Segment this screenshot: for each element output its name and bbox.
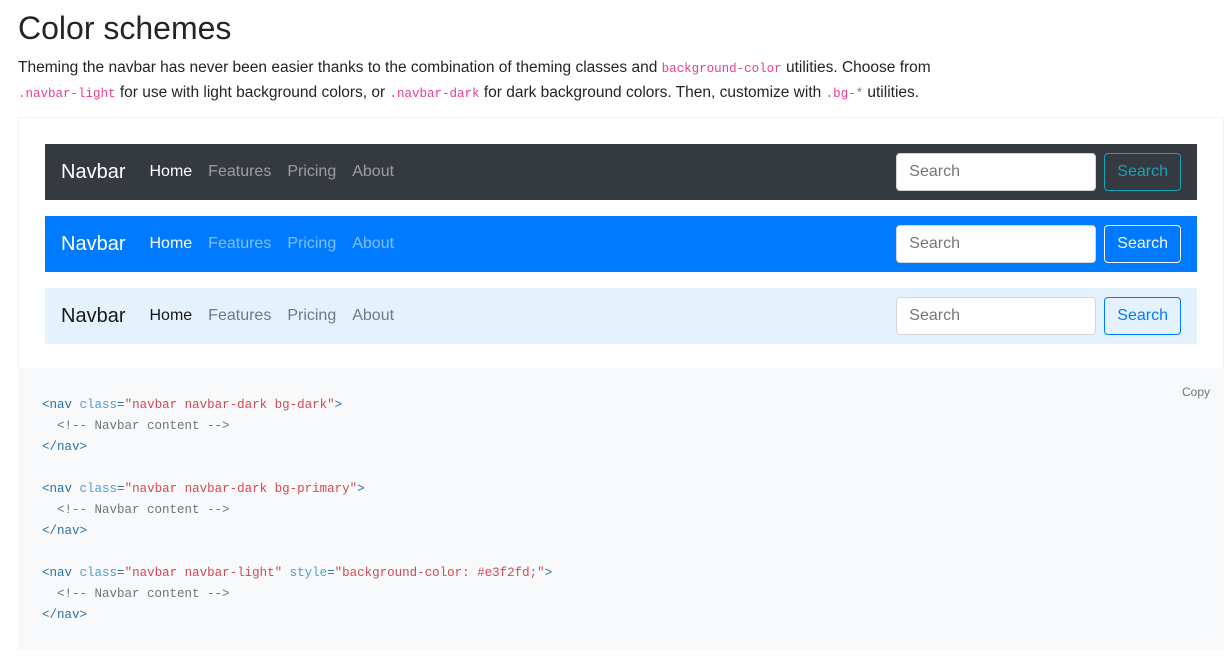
copy-button[interactable]: Copy	[1182, 385, 1210, 399]
nav-link-home[interactable]: Home	[149, 307, 192, 325]
code-token: >	[544, 566, 553, 580]
code-token: "navbar navbar-dark bg-primary"	[124, 482, 358, 496]
code-comment: <!-- Navbar content -->	[57, 419, 230, 433]
code-token: </nav>	[42, 608, 88, 622]
search-input[interactable]	[896, 225, 1097, 263]
navbar-brand[interactable]: Navbar	[61, 305, 125, 328]
description-text: utilities. Choose from	[781, 59, 931, 76]
search-input[interactable]	[896, 297, 1097, 335]
navbar-brand[interactable]: Navbar	[61, 233, 125, 256]
code-token: style	[289, 566, 328, 580]
nav-link-pricing[interactable]: Pricing	[287, 163, 336, 181]
nav-link-features[interactable]: Features	[208, 235, 271, 253]
code-token: <nav	[42, 482, 73, 496]
code-token: <nav	[42, 566, 73, 580]
code-token: >	[334, 398, 343, 412]
code-token: class	[79, 482, 118, 496]
code-token: class	[79, 398, 118, 412]
page-content: Color schemes Theming the navbar has nev…	[18, 0, 1224, 650]
code-comment: <!-- Navbar content -->	[57, 587, 230, 601]
code-token: <nav	[42, 398, 73, 412]
nav-link-about[interactable]: About	[352, 235, 394, 253]
code-block: <nav class="navbar navbar-dark bg-dark">…	[42, 395, 552, 626]
code-comment: <!-- Navbar content -->	[57, 503, 230, 517]
code-token: =	[117, 398, 125, 412]
code-token: </nav>	[42, 440, 88, 454]
navbar-primary: Navbar Home Features Pricing About Searc…	[45, 216, 1197, 272]
inline-code: background-color	[661, 62, 782, 76]
navbar-dark: Navbar Home Features Pricing About Searc…	[45, 144, 1197, 200]
navbar-brand[interactable]: Navbar	[61, 161, 125, 184]
inline-code: .navbar-light	[18, 87, 116, 101]
code-token: =	[117, 482, 125, 496]
navbar-light: Navbar Home Features Pricing About Searc…	[45, 288, 1197, 344]
code-token: "background-color: #e3f2fd;"	[334, 566, 545, 580]
search-button[interactable]: Search	[1104, 297, 1181, 335]
section-description: Theming the navbar has never been easier…	[18, 56, 978, 106]
description-text: Theming the navbar has never been easier…	[18, 59, 662, 76]
code-token: =	[117, 566, 125, 580]
nav-link-about[interactable]: About	[352, 307, 394, 325]
description-text: for use with light background colors, or	[115, 84, 390, 101]
example-preview: Navbar Home Features Pricing About Searc…	[18, 117, 1224, 367]
code-token: >	[357, 482, 365, 496]
nav-link-features[interactable]: Features	[208, 163, 271, 181]
search-button[interactable]: Search	[1104, 225, 1181, 263]
code-token: "navbar navbar-dark bg-dark"	[124, 398, 335, 412]
description-text: utilities.	[863, 84, 920, 101]
search-button[interactable]: Search	[1104, 153, 1181, 191]
nav-link-pricing[interactable]: Pricing	[287, 307, 336, 325]
code-token: "navbar navbar-light"	[124, 566, 283, 580]
code-token: class	[79, 566, 118, 580]
page-title: Color schemes	[18, 10, 232, 46]
description-text: for dark background colors. Then, custom…	[479, 84, 826, 101]
inline-code: .navbar-dark	[389, 87, 480, 101]
nav-link-about[interactable]: About	[352, 163, 394, 181]
code-token: =	[327, 566, 335, 580]
nav-link-home[interactable]: Home	[149, 235, 192, 253]
code-token: </nav>	[42, 524, 88, 538]
inline-code: .bg-*	[825, 87, 864, 101]
nav-link-pricing[interactable]: Pricing	[287, 235, 336, 253]
nav-link-home[interactable]: Home	[149, 163, 192, 181]
search-input[interactable]	[896, 153, 1097, 191]
code-snippet: Copy <nav class="navbar navbar-dark bg-d…	[18, 368, 1224, 650]
nav-link-features[interactable]: Features	[208, 307, 271, 325]
